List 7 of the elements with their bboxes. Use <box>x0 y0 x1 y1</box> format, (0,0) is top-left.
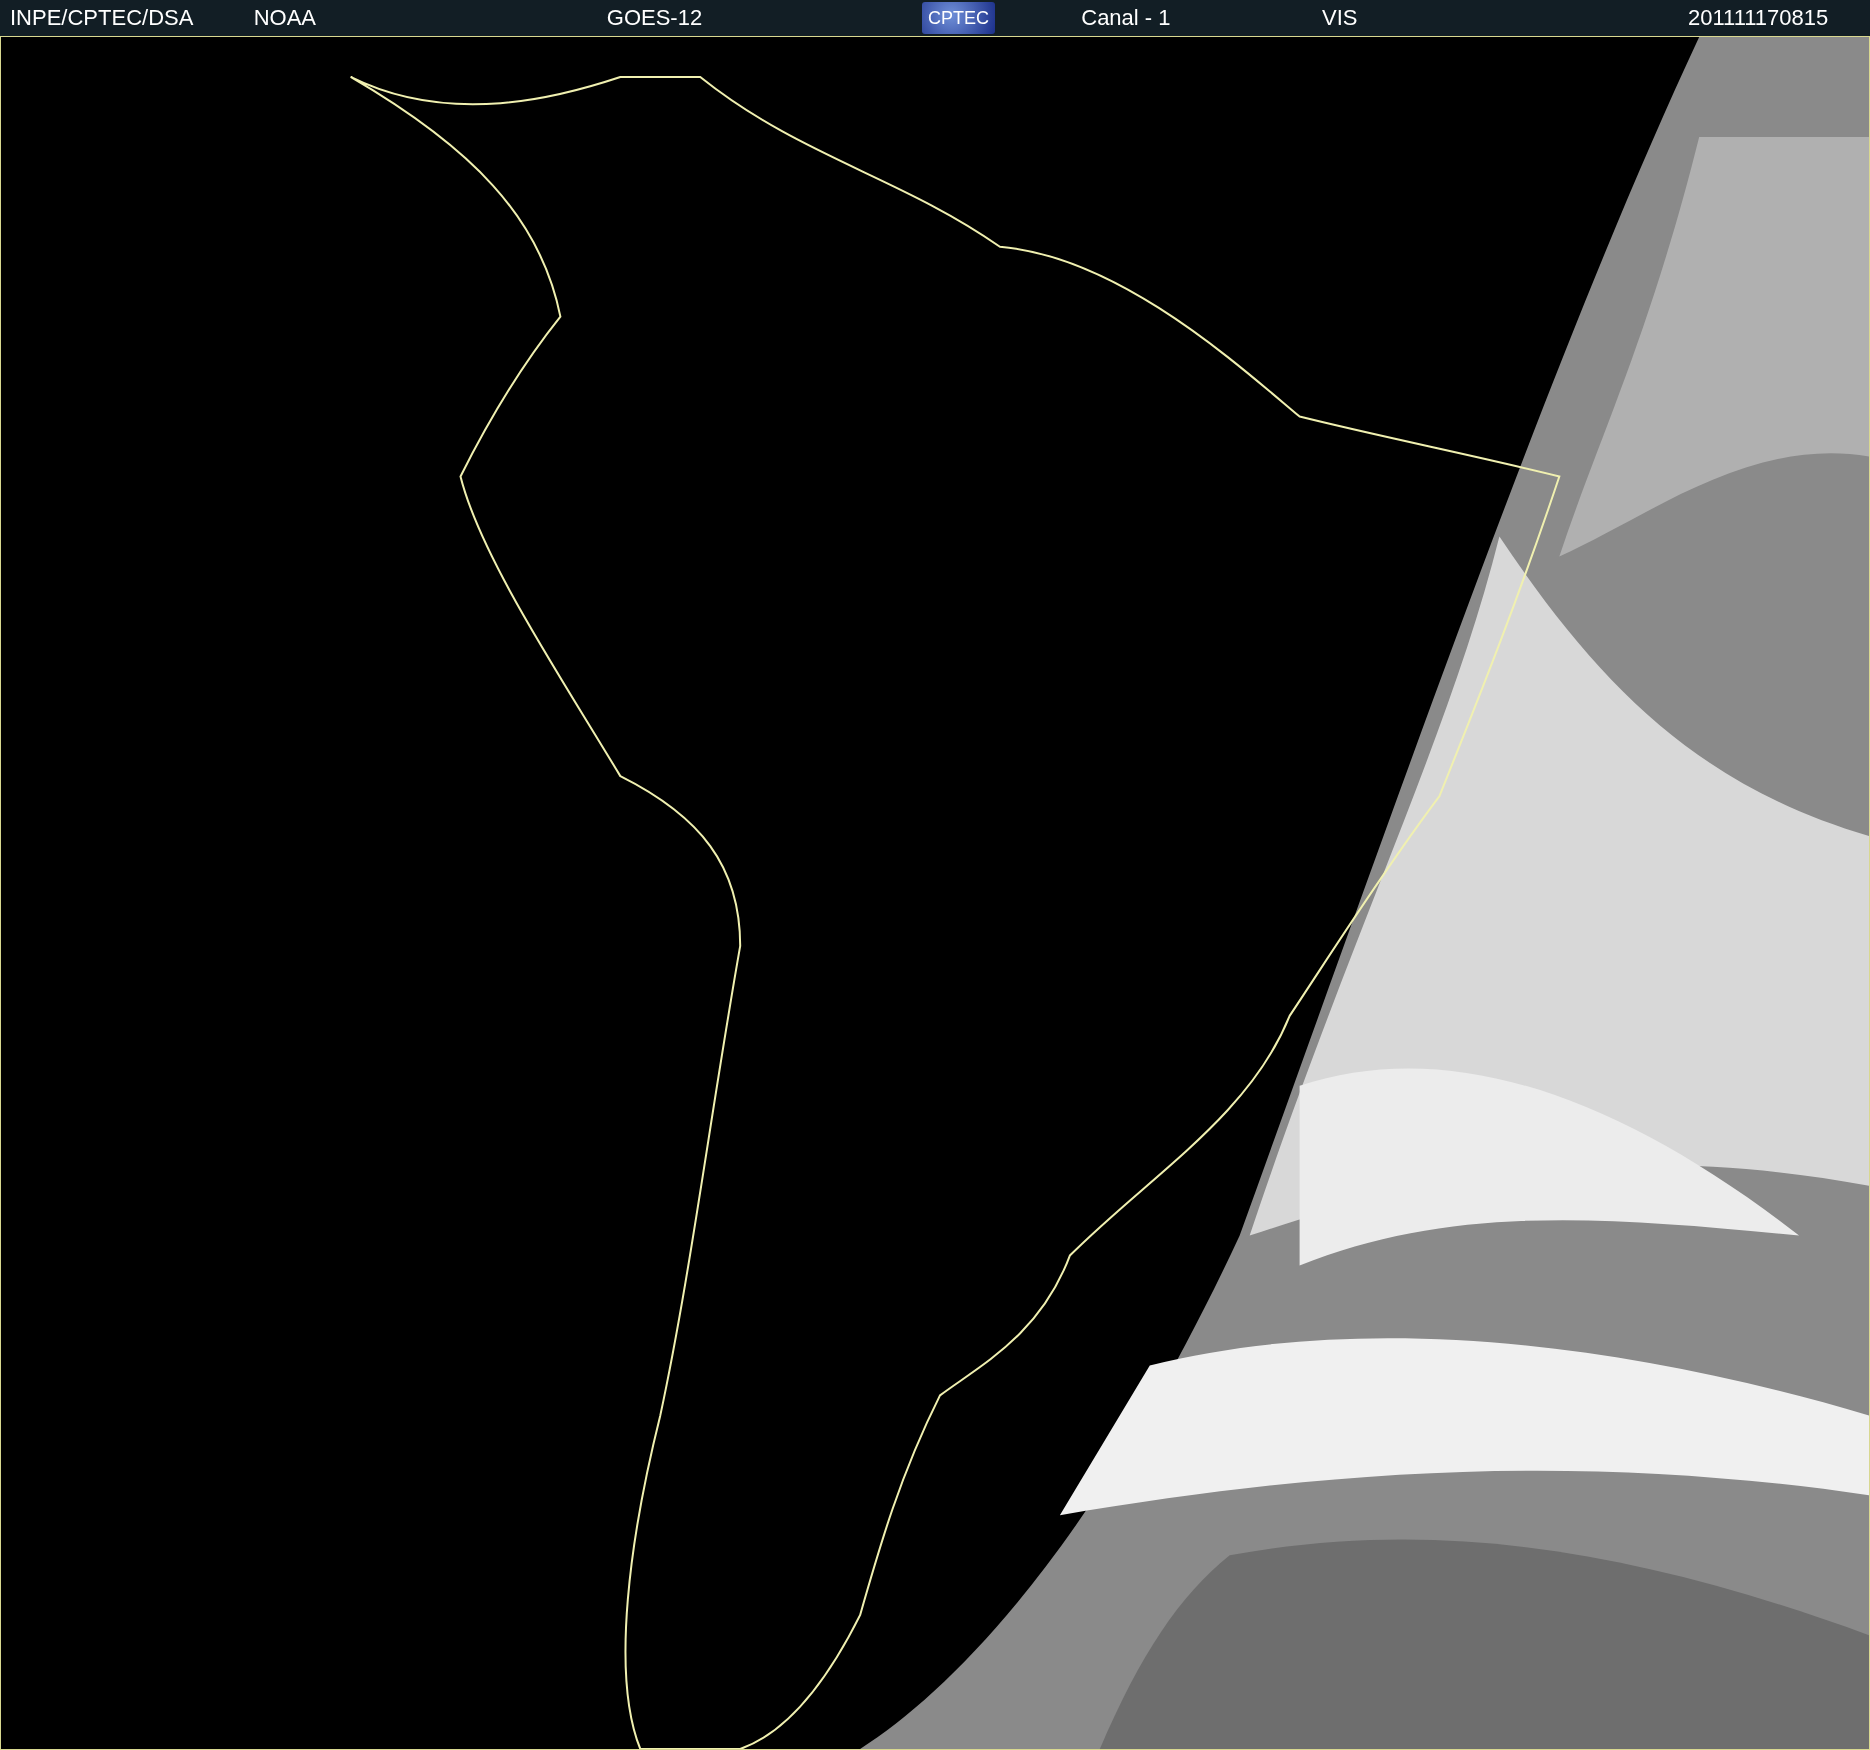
header-text: INPE/CPTEC/DSA <box>10 5 194 31</box>
header-text: Canal - 1 <box>1081 5 1171 31</box>
header-text: 201111170815 <box>1688 5 1829 31</box>
header-text: NOAA <box>253 5 317 31</box>
header-text: VIS <box>1321 5 1358 31</box>
header-text: GOES-12 <box>606 5 703 31</box>
logo: CPTEC <box>922 2 996 34</box>
